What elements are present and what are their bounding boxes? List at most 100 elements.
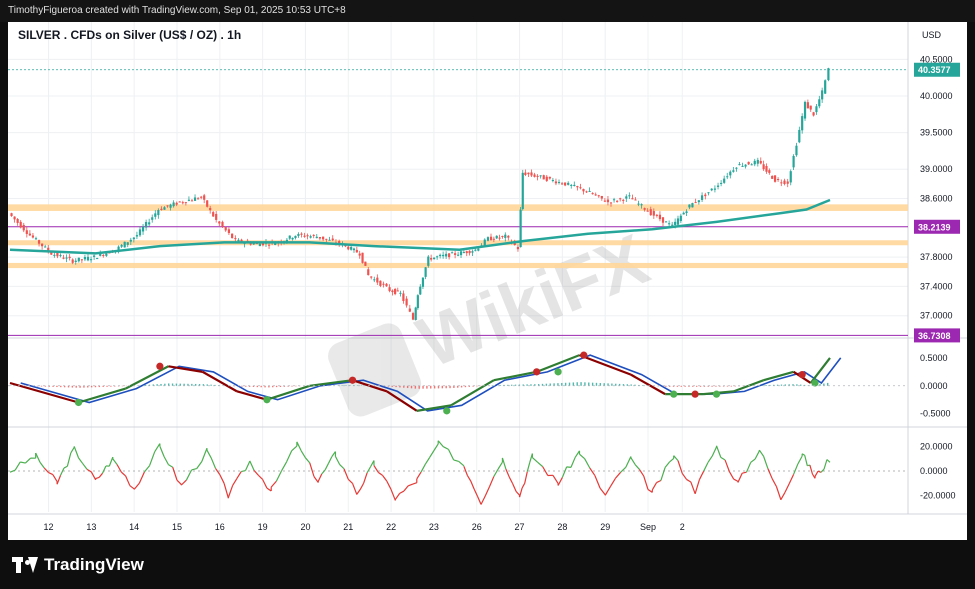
candle-body-168	[516, 246, 520, 250]
macd-hist-bar	[40, 385, 43, 387]
osc-line-segment	[382, 475, 388, 482]
candle-body-54	[175, 202, 178, 205]
osc-line-segment	[215, 468, 221, 475]
candle-body-95	[300, 233, 303, 235]
macd-hist-bar	[827, 382, 829, 386]
candle-body-112	[352, 248, 356, 251]
candle-body-1	[13, 216, 16, 220]
candle-body-262	[801, 116, 804, 131]
candle-body-74	[237, 239, 240, 242]
candle-body-9	[37, 240, 41, 244]
macd-hist-bar	[615, 383, 617, 386]
candle-body-205	[628, 195, 631, 197]
osc-line-segment	[814, 470, 819, 477]
candle-body-66	[212, 212, 215, 217]
osc-line-segment	[690, 481, 696, 494]
osc-line-segment	[59, 467, 65, 476]
osc-line-segment	[403, 485, 409, 492]
osc-line-segment	[754, 450, 760, 460]
macd-hist-bar	[526, 384, 528, 386]
candle-body-269	[821, 90, 824, 100]
macd-hist-bar	[275, 385, 278, 388]
macd-hist-bar	[626, 384, 629, 386]
candle-body-241	[738, 164, 741, 166]
osc-line-segment	[599, 487, 606, 496]
candle-body-117	[367, 269, 370, 276]
candle-body-59	[190, 200, 194, 202]
candle-body-159	[489, 236, 493, 241]
osc-line-segment	[39, 461, 45, 469]
osc-line-segment	[505, 468, 510, 478]
time-tick-5: 19	[258, 522, 268, 532]
osc-line-segment	[232, 478, 238, 486]
osc-line-segment	[625, 456, 632, 468]
osc-line-segment	[453, 459, 459, 463]
candle-body-183	[560, 183, 564, 185]
candle-body-65	[209, 208, 212, 211]
osc-line-segment	[300, 450, 306, 459]
time-tick-10: 26	[472, 522, 482, 532]
candle-body-263	[803, 101, 807, 119]
candle-body-264	[806, 102, 809, 109]
candle-body-201	[616, 200, 619, 202]
osc-line-segment	[823, 459, 828, 470]
osc-line-segment	[537, 461, 544, 468]
candle-body-49	[160, 208, 163, 210]
macd-hist-bar	[800, 384, 802, 386]
candle-body-184	[564, 182, 567, 186]
candle-body-19	[68, 256, 71, 259]
candle-body-138	[427, 256, 430, 266]
candle-body-99	[312, 234, 315, 236]
macd-hist-bar	[680, 385, 682, 387]
osc-line-segment	[609, 477, 616, 488]
osc-line-segment	[356, 489, 361, 495]
candle-body-155	[477, 248, 480, 251]
macd-hist-bar	[530, 384, 532, 386]
macd-hist-bar	[175, 383, 178, 386]
chart-svg[interactable]: WikiFX SILVER . CFDs on Silver (US$ / OZ…	[8, 22, 967, 540]
candle-body-4	[22, 224, 25, 231]
macd-tick-2: -0.5000	[920, 409, 951, 419]
sr-zone-1	[8, 240, 908, 246]
candle-body-197	[603, 200, 606, 202]
osc-line-segment	[651, 482, 658, 491]
candle-body-24	[83, 257, 87, 260]
candle-body-50	[163, 207, 166, 210]
candle-body-206	[631, 198, 634, 200]
candle-body-93	[294, 235, 297, 239]
candle-body-141	[436, 256, 439, 258]
macd-hist-bar	[765, 385, 767, 386]
osc-line-segment	[120, 471, 127, 477]
candle-body-133	[414, 307, 417, 320]
candle-body-144	[445, 253, 448, 257]
osc-line-segment	[339, 464, 345, 470]
macd-hist-bar	[60, 385, 62, 388]
candle-body-234	[716, 185, 720, 187]
osc-line-segment	[241, 469, 246, 473]
osc-line-segment	[788, 474, 795, 484]
osc-line-segment	[129, 485, 135, 490]
brand[interactable]: TradingView	[12, 555, 144, 575]
osc-line-segment	[52, 474, 58, 482]
osc-line-segment	[758, 449, 765, 457]
candle-body-248	[759, 160, 762, 164]
candle-body-68	[218, 221, 221, 224]
candle-body-160	[492, 238, 495, 240]
macd-hist-bar	[676, 385, 679, 387]
osc-line-segment	[524, 471, 528, 484]
candle-body-222	[679, 215, 682, 222]
osc-line-segment	[660, 467, 666, 481]
osc-line-segment	[715, 445, 722, 458]
level-label-0: 38.2139	[918, 222, 951, 232]
osc-line-segment	[775, 486, 782, 500]
candle-body-185	[567, 182, 570, 185]
osc-line-segment	[681, 473, 688, 480]
candle-body-64	[206, 200, 209, 207]
macd-tick-1: 0.0000	[920, 381, 948, 391]
candle-body-240	[735, 167, 738, 169]
macd-hist-bar	[71, 385, 74, 388]
price-tick-3: 39.0000	[920, 164, 953, 174]
candle-body-195	[597, 195, 600, 197]
macd-hist-bar	[410, 385, 413, 389]
chart-area[interactable]: WikiFX SILVER . CFDs on Silver (US$ / OZ…	[8, 22, 967, 540]
